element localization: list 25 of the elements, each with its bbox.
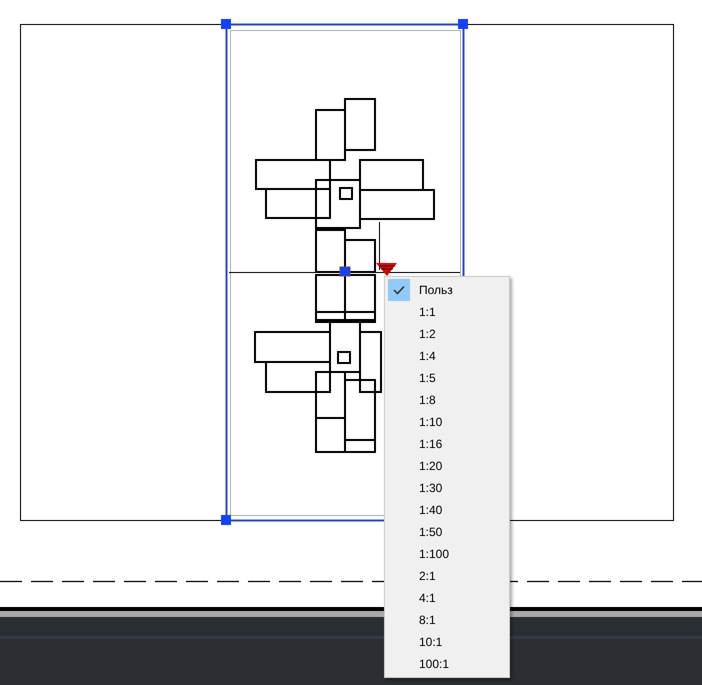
crosshair-line <box>379 222 380 270</box>
scale-menu-item[interactable]: 1:16 <box>385 433 509 455</box>
scale-menu-item[interactable]: 1:30 <box>385 477 509 499</box>
scale-menu-item[interactable]: 1:2 <box>385 323 509 345</box>
grip-handle[interactable] <box>458 19 468 29</box>
scale-menu-item[interactable]: Польз <box>385 279 509 301</box>
grip-handle[interactable] <box>221 19 231 29</box>
scale-menu-item[interactable]: 8:1 <box>385 609 509 631</box>
scale-menu-item[interactable]: 1:5 <box>385 367 509 389</box>
scale-marker-icon[interactable] <box>376 263 397 276</box>
scale-menu-item[interactable]: 1:20 <box>385 455 509 477</box>
scale-menu-item[interactable]: 1:50 <box>385 521 509 543</box>
scale-menu-item[interactable]: 100:1 <box>385 653 509 675</box>
scale-menu-item[interactable]: 4:1 <box>385 587 509 609</box>
scale-menu-item[interactable]: 1:10 <box>385 411 509 433</box>
scale-menu-item[interactable]: 1:8 <box>385 389 509 411</box>
scale-menu-item[interactable]: 10:1 <box>385 631 509 653</box>
scale-menu-item[interactable]: 1:40 <box>385 499 509 521</box>
check-icon <box>393 285 405 295</box>
grip-handle[interactable] <box>221 515 231 525</box>
scale-menu-item[interactable]: 2:1 <box>385 565 509 587</box>
scale-menu-item[interactable]: 1:4 <box>385 345 509 367</box>
grip-handle[interactable] <box>340 266 350 276</box>
scale-menu-item[interactable]: 1:1 <box>385 301 509 323</box>
scale-menu-item[interactable]: 1:100 <box>385 543 509 565</box>
